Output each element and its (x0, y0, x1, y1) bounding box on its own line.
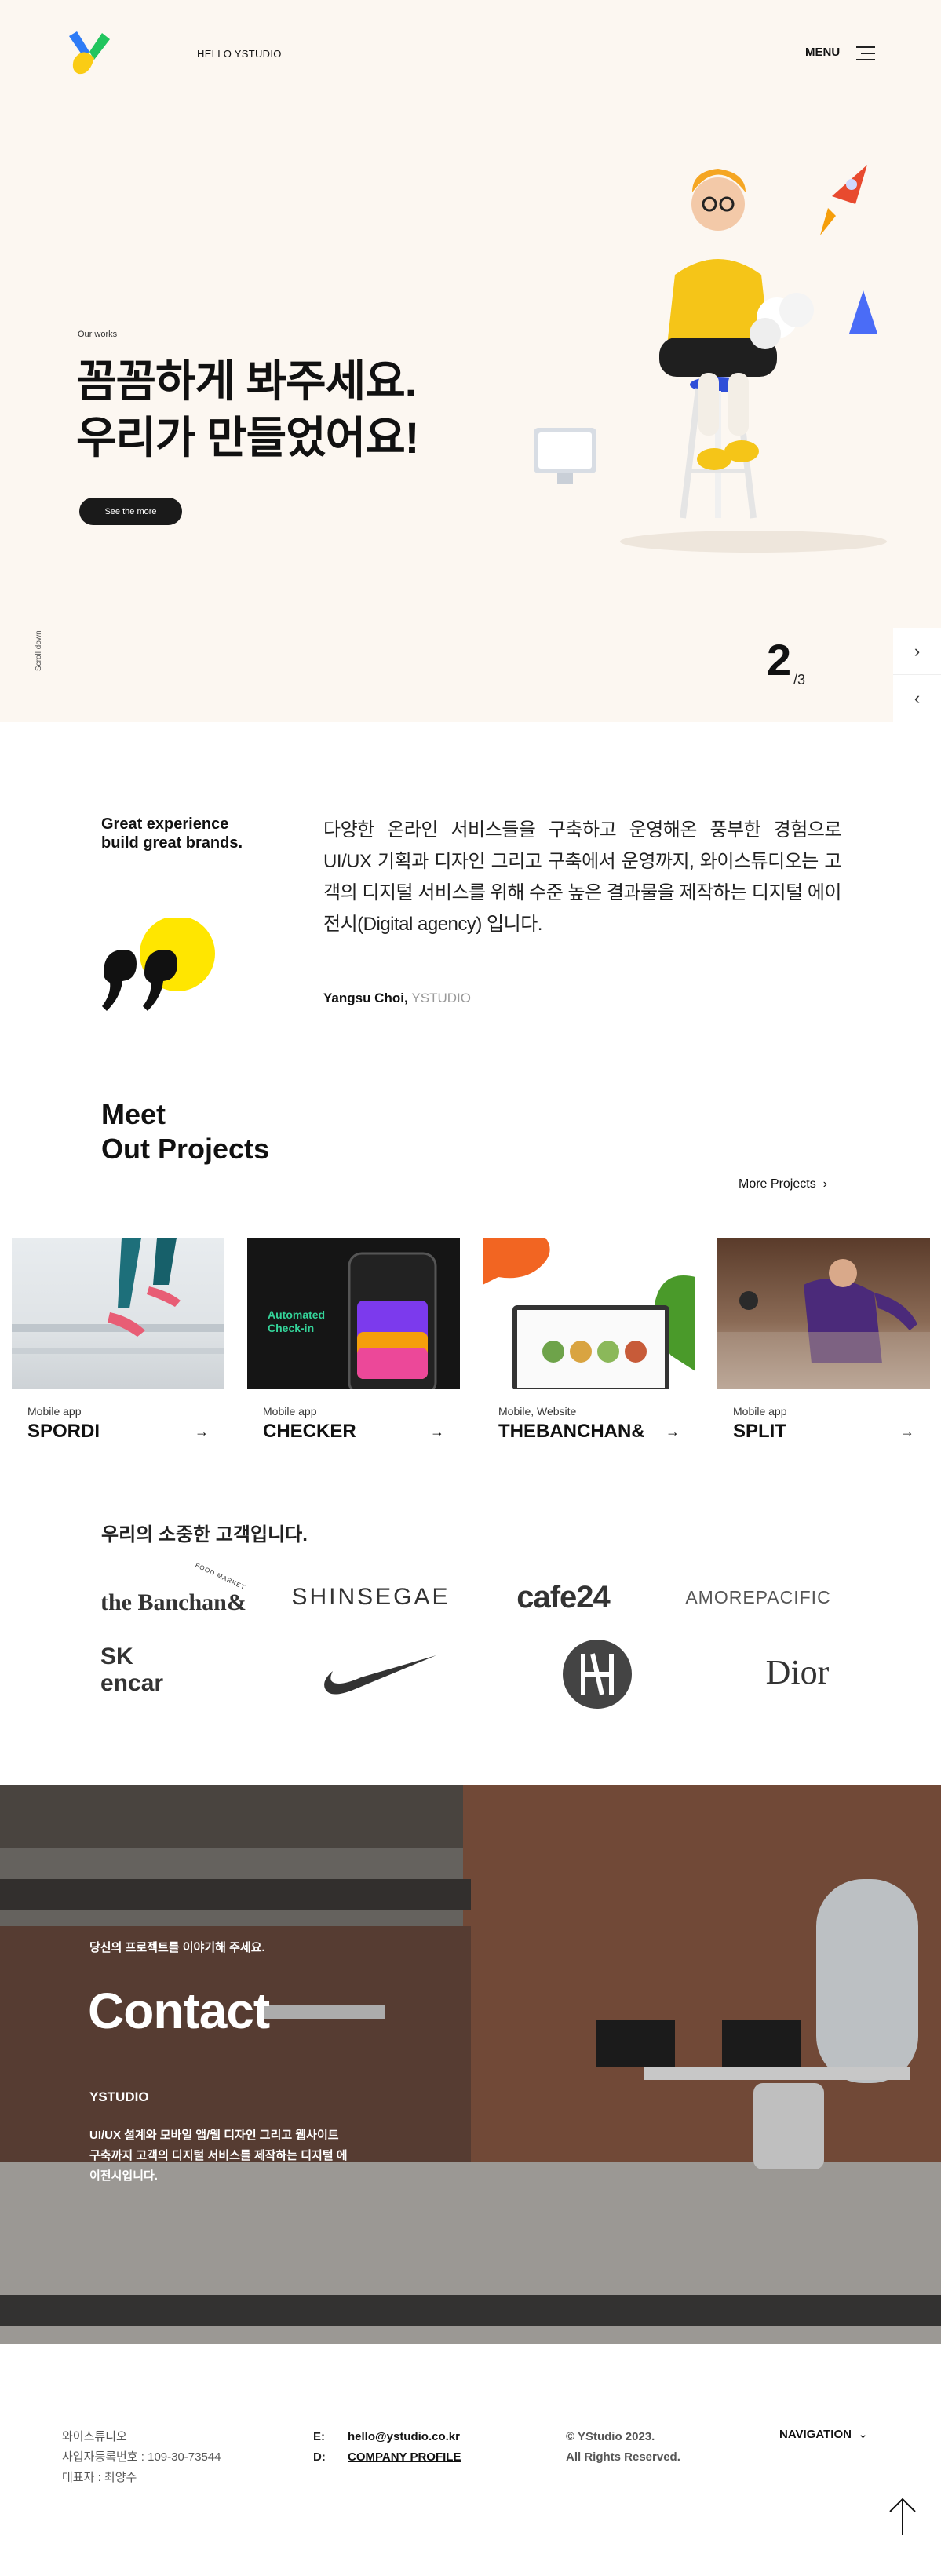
scroll-down-label[interactable]: Scroll down (35, 630, 43, 671)
client-logo-nike (324, 1655, 436, 1695)
footer-copyright: © YStudio 2023. All Rights Reserved. (566, 2427, 680, 2468)
footer-navigation-toggle[interactable]: NAVIGATION ⌄ (779, 2427, 868, 2441)
projects-title-line1: Meet (101, 1098, 166, 1130)
hero-title-line1: 꼼꼼하게 봐주세요. (76, 356, 417, 406)
client-logo-skencar: SK encar (100, 1644, 164, 1696)
project-type: Mobile app (263, 1405, 317, 1418)
split-image (717, 1259, 930, 1389)
signature-name: Yangsu Choi, (323, 991, 408, 1005)
copyright-line1: © YStudio 2023. (566, 2430, 655, 2443)
project-name: THEBANCHAN& (498, 1421, 645, 1442)
slide-total: /3 (793, 672, 806, 688)
project-type: Mobile app (733, 1405, 787, 1418)
client-logo-shinsegae: SHINSEGAE (291, 1584, 450, 1610)
project-thumb (483, 1238, 695, 1389)
project-thumb: Automated Check-in (247, 1238, 460, 1389)
project-type: Mobile, Website (498, 1405, 577, 1418)
project-card-checker[interactable]: Automated Check-in Mobile app CHECKER → (247, 1238, 460, 1443)
project-name-row: SPORDI → (12, 1421, 224, 1443)
see-more-button[interactable]: See the more (79, 498, 182, 525)
project-name: SPLIT (733, 1421, 787, 1442)
signature-company: YSTUDIO (411, 991, 471, 1005)
arrow-right-icon[interactable]: → (666, 1424, 680, 1440)
contact-section (0, 1785, 941, 2344)
contact-title[interactable]: Contact (88, 1982, 270, 2040)
project-thumb (717, 1238, 930, 1389)
more-projects-link[interactable]: More Projects › (739, 1177, 827, 1191)
project-card-spordi[interactable]: Mobile app SPORDI → (12, 1238, 224, 1443)
arrow-right-icon[interactable]: → (900, 1424, 914, 1440)
footer-contact-info: E: hello@ystudio.co.kr D: COMPANY PROFILE (313, 2427, 461, 2468)
navigation-label: NAVIGATION (779, 2428, 852, 2441)
project-thumb (12, 1238, 224, 1389)
hamburger-icon[interactable] (856, 46, 875, 60)
footer-ceo: 대표자 : 최양수 (62, 2471, 137, 2484)
ystudio-logo[interactable] (66, 30, 110, 78)
chevron-down-icon: ⌄ (855, 2428, 868, 2441)
banchan-wordmark: the Banchan& (100, 1589, 246, 1615)
clients-title: 우리의 소중한 고객입니다. (101, 1524, 308, 1545)
hello-link[interactable]: HELLO YSTUDIO (197, 48, 282, 60)
slide-current: 2 (767, 635, 792, 684)
arrow-up-icon[interactable] (887, 2496, 918, 2537)
project-name-row: CHECKER → (247, 1421, 460, 1443)
client-logo-banchan: FOOD MARKET the Banchan& (100, 1562, 250, 1625)
character-illustration (534, 165, 887, 553)
hero-section: HELLO YSTUDIO MENU Our works 꼼꼼하게 봐주세요. … (0, 0, 941, 722)
copyright-line2: All Rights Reserved. (566, 2450, 680, 2464)
contact-company: YSTUDIO (89, 2089, 149, 2104)
doc-label: D: (313, 2450, 326, 2464)
email-label: E: (313, 2430, 325, 2443)
email-link[interactable]: hello@ystudio.co.kr (348, 2430, 460, 2443)
project-name-row: THEBANCHAN& → (483, 1421, 695, 1443)
hero-eyebrow: Our works (78, 330, 118, 339)
next-slide-icon[interactable]: › (893, 628, 941, 675)
project-name: SPORDI (27, 1421, 100, 1442)
hero-title-line2: 우리가 만들었어요! (76, 413, 419, 462)
project-type: Mobile app (27, 1405, 82, 1418)
spordi-image (12, 1238, 224, 1354)
client-logo-dior: Dior (765, 1652, 830, 1691)
thebanchan-image (483, 1238, 695, 1389)
company-profile-link[interactable]: COMPANY PROFILE (348, 2450, 461, 2464)
menu-label[interactable]: MENU (805, 46, 840, 59)
client-logo-amorepacific: AMOREPACIFIC (685, 1586, 831, 1607)
about-text: 다양한 온라인 서비스들을 구축하고 운영해온 풍부한 경험으로 UI/UX 기… (323, 819, 842, 935)
banchan-tag: FOOD MARKET (194, 1561, 247, 1592)
project-card-thebanchan[interactable]: Mobile, Website THEBANCHAN& → (483, 1238, 695, 1443)
projects-title: Meet Out Projects (101, 1097, 269, 1166)
more-projects-label: More Projects (739, 1177, 816, 1191)
slide-nav: › ‹ (893, 628, 941, 722)
about-tagline-line2: build great brands. (101, 834, 243, 852)
project-name-row: SPLIT → (717, 1421, 930, 1443)
contact-description: UI/UX 설계와 모바일 앱/웹 디자인 그리고 웹사이트 구축까지 고객의 … (89, 2129, 348, 2183)
quote-icon (102, 918, 215, 1011)
chevron-right-icon: › (819, 1177, 827, 1191)
projects-title-line2: Out Projects (101, 1133, 270, 1165)
office-background-image (0, 1785, 941, 2344)
signature: Yangsu Choi, YSTUDIO (323, 991, 471, 1006)
about-tagline: Great experience build great brands. (101, 815, 243, 852)
arrow-right-icon[interactable]: → (195, 1424, 209, 1440)
project-name: CHECKER (263, 1421, 356, 1442)
contact-subtitle: 당신의 프로젝트를 이야기해 주세요. (89, 1941, 265, 1954)
footer-company-info: 와이스튜디오 사업자등록번호 : 109-30-73544 대표자 : 최양수 (62, 2427, 221, 2488)
client-logo-cafe24: cafe24 (516, 1579, 611, 1615)
checker-headline: Automated Check-in (268, 1308, 326, 1334)
footer-company-name: 와이스튜디오 (62, 2430, 127, 2443)
about-tagline-line1: Great experience (101, 815, 229, 833)
hero-title: 꼼꼼하게 봐주세요. 우리가 만들었어요! (76, 353, 419, 466)
footer-business-number: 사업자등록번호 : 109-30-73544 (62, 2450, 221, 2464)
client-logo-hyundai (563, 1640, 632, 1709)
project-card-split[interactable]: Mobile app SPLIT → (717, 1238, 930, 1443)
arrow-right-icon[interactable]: → (430, 1424, 444, 1440)
prev-slide-icon[interactable]: ‹ (893, 675, 941, 722)
